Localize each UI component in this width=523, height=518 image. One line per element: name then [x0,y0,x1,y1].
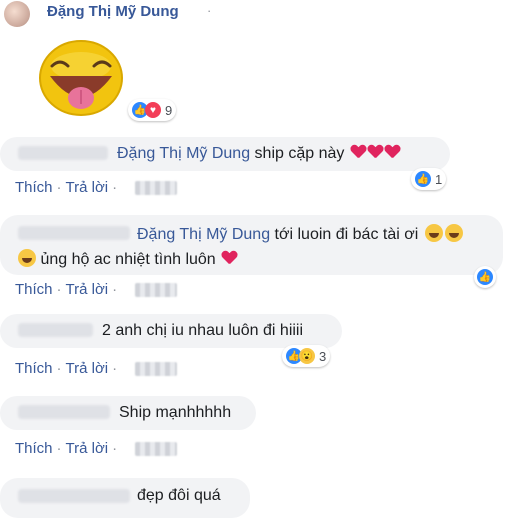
comment-actions: Thích · Trả lời · [15,360,118,377]
like-icon: 👍 [415,171,431,187]
comment-text: Ship mạnhhhhh [119,404,232,421]
comment-text: Đặng Thị Mỹ Dung ship cặp này [117,145,400,163]
comment-reactions[interactable]: 👍 [474,266,496,288]
heart-emoji [385,145,400,159]
laugh-emoji [424,224,443,242]
comment-text: 2 anh chị iu nhau luôn đi hiiii [102,322,304,339]
comment-actions: Thích · Trả lời · [15,440,118,457]
blurred-timestamp [135,181,177,195]
blurred-timestamp [135,442,177,456]
post-author-name[interactable]: Đặng Thị Mỹ Dung [47,3,179,20]
like-link[interactable]: Thích [15,440,53,457]
comment-reactions[interactable]: 👍 😮 3 [282,345,331,367]
reply-link[interactable]: Trả lời [66,179,109,196]
reaction-count: 9 [165,102,173,118]
blurred-commenter-name [18,146,108,160]
heart-emoji [368,145,383,159]
reply-link[interactable]: Trả lời [66,440,109,457]
like-link[interactable]: Thích [15,281,53,298]
tongue-out-emoji-sticker [39,40,123,116]
like-link[interactable]: Thích [15,360,53,377]
blurred-commenter-name [18,489,130,503]
blurred-commenter-name [18,226,130,240]
post-reactions[interactable]: 👍 ♥ 9 [128,99,177,121]
like-icon: 👍 [477,269,493,285]
laugh-emoji [444,224,463,242]
heart-emoji [351,145,366,159]
laugh-emoji [18,249,36,267]
reply-link[interactable]: Trả lời [66,281,109,298]
comment-text-line2: ủng hộ ac nhiệt tình luôn [18,249,237,269]
like-link[interactable]: Thích [15,179,53,196]
blurred-commenter-name [18,405,110,419]
heart-emoji [222,251,237,265]
blurred-timestamp [135,283,177,297]
comment-text: đẹp đôi quá [137,487,221,504]
comment-text: Đặng Thị Mỹ Dung tới luoin đi bác tài ơi [137,224,463,244]
comment-actions: Thích · Trả lời · [15,281,118,298]
author-avatar[interactable] [4,1,30,27]
comment-actions: Thích · Trả lời · [15,179,118,196]
wow-icon: 😮 [299,348,315,364]
comment-reactions[interactable]: 👍 1 [411,168,447,190]
tagged-name[interactable]: Đặng Thị Mỹ Dung [137,226,270,243]
reply-link[interactable]: Trả lời [66,360,109,377]
blurred-timestamp [135,362,177,376]
blurred-commenter-name [18,323,93,337]
heart-icon: ♥ [145,102,161,118]
tagged-name[interactable]: Đặng Thị Mỹ Dung [117,145,250,162]
separator-dot: · [207,3,212,18]
